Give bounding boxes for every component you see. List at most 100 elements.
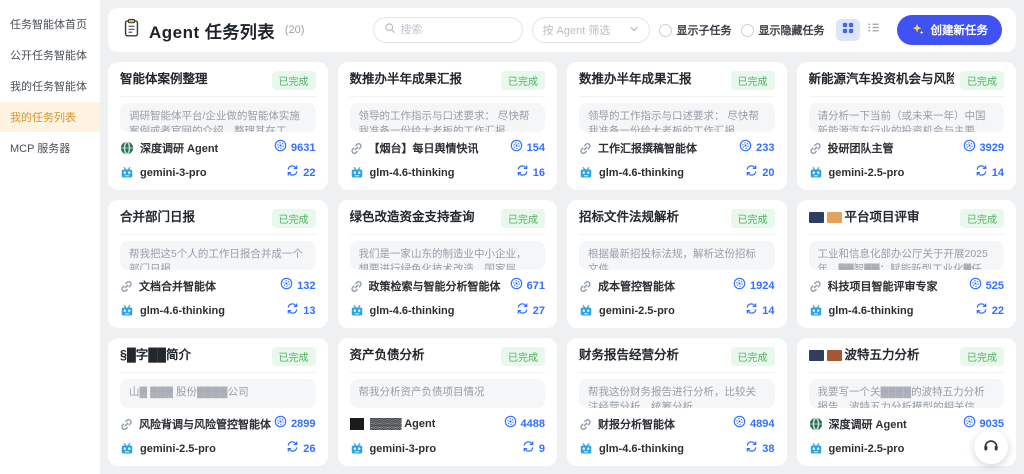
task-title: 合并部门日报 — [120, 209, 195, 225]
sidebar: 任务智能体首页 公开任务智能体 我的任务智能体 我的任务列表 MCP 服务器 — [0, 0, 100, 474]
list-icon — [867, 21, 880, 39]
task-card[interactable]: 智能体案例整理 已完成 调研智能体平台/企业做的智能体实施案例或者官网的介绍，整… — [108, 62, 328, 190]
views-icon — [504, 415, 517, 433]
sidebar-item-my-tasks[interactable]: 我的任务列表 — [0, 102, 100, 132]
search-input[interactable] — [401, 24, 512, 36]
agent-name[interactable]: 工作汇报撰稿智能体 — [598, 140, 697, 156]
grid-view-button[interactable] — [836, 19, 860, 41]
page-title: Agent 任务列表 — [149, 18, 275, 43]
task-title: 数推办半年成果汇报 — [579, 71, 692, 87]
views-icon — [510, 277, 523, 295]
model-name: glm-4.6-thinking — [140, 305, 225, 317]
refresh-icon — [745, 164, 758, 182]
robot-icon — [350, 166, 364, 180]
agent-name[interactable]: 科技项目智能评审专家 — [828, 278, 938, 294]
task-card[interactable]: 招标文件法规解析 已完成 根据最新招投标法规，解析这份招标文件 成本管控智能体 … — [567, 200, 787, 328]
runs-value: 22 — [992, 305, 1004, 317]
runs-value: 14 — [762, 305, 774, 317]
views-counter: 525 — [969, 277, 1004, 295]
agent-name[interactable]: 深度调研 Agent — [140, 140, 218, 156]
radio-circle-icon — [741, 24, 754, 37]
agent-name[interactable]: 成本管控智能体 — [598, 278, 675, 294]
views-counter: 3929 — [963, 139, 1004, 157]
runs-value: 20 — [762, 167, 774, 179]
refresh-icon — [516, 302, 529, 320]
task-card[interactable]: 数推办半年成果汇报 已完成 领导的工作指示与口述要求： 尽快帮我准备一份给大老板… — [338, 62, 558, 190]
task-description: 工业和信息化部办公厅关于开展2025年，▓▓智▓▓：赋能新型工业化▓任▓▓▓通知… — [809, 241, 1005, 270]
agent-icon — [120, 141, 134, 155]
views-value: 4488 — [521, 418, 545, 430]
agent-name[interactable]: 风险背调与风险管控智能体 — [139, 416, 271, 432]
agent-name[interactable]: 深度调研 Agent — [829, 416, 907, 432]
task-card[interactable]: 绿色改造资金支持查询 已完成 我们是一家山东的制造业中小企业，想要进行绿色化技术… — [338, 200, 558, 328]
views-counter: 233 — [739, 139, 774, 157]
views-value: 9631 — [291, 142, 315, 154]
refresh-icon — [286, 440, 299, 458]
status-badge: 已完成 — [501, 347, 545, 366]
task-description: 帮我分析资产负债项目情况 — [350, 379, 546, 408]
views-value: 233 — [756, 142, 774, 154]
task-card[interactable]: 新能源汽车投资机会与风险分析 已完成 请分析一下当前（或未来一年）中国新能源汽车… — [797, 62, 1017, 190]
task-card[interactable]: 资产负债分析 已完成 帮我分析资产负债项目情况 ▓▓▓▓ Agent 4488 — [338, 338, 558, 466]
refresh-icon — [286, 164, 299, 182]
sidebar-item-my-agents[interactable]: 我的任务智能体 — [0, 71, 100, 101]
robot-icon — [120, 166, 134, 180]
agent-name[interactable]: 政策检索与智能分析智能体 — [369, 278, 501, 294]
views-value: 1924 — [750, 280, 774, 292]
create-task-button[interactable]: 创建新任务 — [897, 15, 1003, 45]
clipboard-icon — [122, 18, 141, 42]
refresh-icon — [745, 440, 758, 458]
agent-name[interactable]: 【烟台】每日舆情快讯 — [369, 140, 479, 156]
support-headset-button[interactable] — [974, 430, 1008, 464]
views-icon — [969, 277, 982, 295]
agent-icon — [579, 280, 592, 293]
show-subtasks-checkbox[interactable]: 显示子任务 — [659, 22, 732, 38]
model-name: gemini-3-pro — [370, 443, 437, 455]
task-description: 领导的工作指示与口述要求： 尽快帮我准备一份给大老板的工作汇报。重点讲我们数字化… — [579, 103, 775, 132]
agent-filter-select[interactable]: 按 Agent 筛选 — [532, 17, 650, 43]
refresh-icon — [286, 302, 299, 320]
agent-icon — [350, 142, 363, 155]
views-icon — [963, 415, 976, 433]
refresh-icon — [745, 302, 758, 320]
task-card[interactable]: 平台项目评审 已完成 工业和信息化部办公厅关于开展2025年，▓▓智▓▓：赋能新… — [797, 200, 1017, 328]
robot-icon — [809, 442, 823, 456]
agent-name[interactable]: 文档合并智能体 — [139, 278, 216, 294]
grid-icon — [842, 21, 854, 39]
divider — [120, 372, 316, 373]
sidebar-item-agent-home[interactable]: 任务智能体首页 — [0, 9, 100, 39]
show-hidden-checkbox[interactable]: 显示隐藏任务 — [741, 22, 825, 38]
task-description: 山▓ ▓▓▓ 股份▓▓▓▓公司 — [120, 379, 316, 408]
views-counter: 1924 — [733, 277, 774, 295]
divider — [120, 96, 316, 97]
task-title: 智能体案例整理 — [120, 71, 208, 87]
model-name: gemini-2.5-pro — [140, 443, 216, 455]
show-hidden-label: 显示隐藏任务 — [759, 22, 825, 38]
runs-value: 13 — [303, 305, 315, 317]
list-view-button[interactable] — [862, 19, 886, 41]
task-card[interactable]: 合并部门日报 已完成 帮我把这5个人的工作日报合并成一个部门日报 文档合并智能体… — [108, 200, 328, 328]
sidebar-item-mcp-server[interactable]: MCP 服务器 — [0, 133, 100, 163]
task-card[interactable]: 财务报告经营分析 已完成 帮我这份财务报告进行分析，比较关注经营分析，统筹分析 … — [567, 338, 787, 466]
task-card[interactable]: 数推办半年成果汇报 已完成 领导的工作指示与口述要求： 尽快帮我准备一份给大老板… — [567, 62, 787, 190]
agent-name[interactable]: 投研团队主管 — [828, 140, 894, 156]
model-name: gemini-2.5-pro — [829, 443, 905, 455]
agent-name[interactable]: ▓▓▓▓ Agent — [370, 418, 436, 430]
agent-name[interactable]: 财报分析智能体 — [598, 416, 675, 432]
model-name: glm-4.6-thinking — [829, 305, 914, 317]
divider — [350, 96, 546, 97]
agent-icon — [809, 417, 823, 431]
sidebar-item-public-agents[interactable]: 公开任务智能体 — [0, 40, 100, 70]
views-counter: 2899 — [274, 415, 315, 433]
agent-filter-label: 按 Agent 筛选 — [543, 22, 629, 38]
views-value: 525 — [986, 280, 1004, 292]
views-counter: 132 — [280, 277, 315, 295]
runs-counter: 9 — [522, 440, 545, 458]
task-card[interactable]: §█字██简介 已完成 山▓ ▓▓▓ 股份▓▓▓▓公司 风险背调与风险管控智能体… — [108, 338, 328, 466]
refresh-icon — [516, 164, 529, 182]
model-name: glm-4.6-thinking — [599, 443, 684, 455]
sparkle-icon — [911, 22, 925, 39]
views-counter: 4488 — [504, 415, 545, 433]
status-badge: 已完成 — [960, 209, 1004, 228]
headset-icon — [982, 436, 1000, 459]
